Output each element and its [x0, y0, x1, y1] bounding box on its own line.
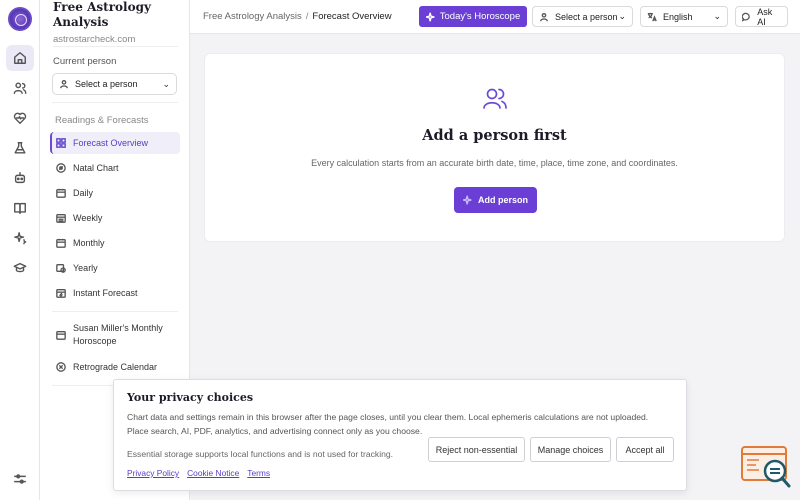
divider: [52, 102, 178, 103]
sparkles-icon: [462, 195, 472, 205]
language-select[interactable]: English ⌄: [640, 6, 728, 27]
breadcrumb: Free Astrology Analysis / Forecast Overvie…: [203, 11, 392, 22]
privacy-description: Chart data and settings remain in this b…: [127, 412, 649, 436]
robot-icon[interactable]: [6, 165, 34, 191]
user-icon: [59, 79, 69, 89]
chat-bubble-icon: [742, 12, 750, 22]
calendar-month-icon: [56, 238, 66, 248]
empty-state-heading: Add a person first: [422, 127, 567, 144]
sidebar-item-weekly[interactable]: Weekly: [50, 207, 180, 229]
topbar-person-select-value: Select a person: [555, 11, 618, 22]
sidebar-item-natal-chart[interactable]: Natal Chart: [50, 157, 180, 179]
calendar-week-icon: [56, 213, 66, 223]
add-person-label: Add person: [477, 195, 528, 205]
sidebar-item-susan-miller[interactable]: Susan Miller's Monthly Horoscope: [50, 319, 180, 351]
app-title: Free Astrology Analysis: [53, 0, 151, 29]
divider: [53, 46, 178, 47]
calendar-icon: [56, 330, 66, 340]
book-icon[interactable]: [6, 195, 34, 221]
current-person-label: Current person: [53, 56, 117, 67]
privacy-note: Essential storage supports local functio…: [127, 449, 394, 459]
add-person-button[interactable]: Add person: [454, 187, 537, 213]
todays-horoscope-label: Today's Horoscope: [439, 11, 521, 22]
calendar-clock-icon: [56, 263, 66, 273]
sparkles-icon[interactable]: [6, 225, 34, 251]
empty-state-card: Add a person first Every calculation sta…: [204, 53, 785, 242]
sidebar-item-label: Instant Forecast: [73, 288, 138, 298]
terms-link[interactable]: Terms: [247, 468, 270, 478]
retrograde-icon: [56, 362, 66, 372]
topbar-person-select[interactable]: Select a person ⌄: [532, 6, 633, 27]
privacy-dialog: Your privacy choices Chart data and sett…: [113, 379, 687, 491]
zodiac-logo-icon[interactable]: [8, 7, 32, 31]
sidebar-item-label: Natal Chart: [73, 163, 119, 173]
sidebar-item-label: Forecast Overview: [73, 138, 149, 148]
language-select-value: English: [663, 11, 693, 22]
reject-non-essential-button[interactable]: Reject non-essential: [428, 437, 525, 462]
sidebar-item-label: Weekly: [73, 213, 103, 223]
chevron-down-icon: ⌄: [618, 11, 626, 21]
manage-choices-button[interactable]: Manage choices: [530, 437, 611, 462]
sidebar-item-forecast-overview[interactable]: Forecast Overview: [50, 132, 180, 154]
sidebar-person-select-value: Select a person: [75, 79, 138, 89]
user-icon: [540, 12, 548, 21]
sidebar-item-retrograde-calendar[interactable]: Retrograde Calendar: [50, 356, 180, 378]
breadcrumb-root[interactable]: Free Astrology Analysis: [203, 11, 302, 22]
ask-ai-label: Ask AI: [757, 6, 773, 27]
settings-sliders-icon[interactable]: [6, 466, 34, 492]
sidebar-item-yearly[interactable]: Yearly: [50, 257, 180, 279]
divider: [52, 311, 178, 312]
sidebar-item-monthly[interactable]: Monthly: [50, 232, 180, 254]
empty-state-description: Every calculation starts from an accurat…: [311, 158, 678, 168]
ask-ai-button[interactable]: Ask AI: [735, 6, 788, 27]
home-icon[interactable]: [6, 45, 34, 71]
chart-wheel-icon: [56, 163, 66, 173]
sidebar-item-label: Yearly: [73, 263, 98, 273]
heart-pulse-icon[interactable]: [6, 105, 34, 131]
app-domain: astrostarcheck.com: [53, 34, 136, 45]
sidebar-item-label: Retrograde Calendar: [73, 362, 158, 372]
grid-icon: [56, 138, 66, 148]
todays-horoscope-button[interactable]: Today's Horoscope: [419, 6, 527, 27]
sidebar-item-label: Daily: [73, 188, 94, 198]
graduation-cap-icon[interactable]: [6, 255, 34, 281]
privacy-title: Your privacy choices: [127, 391, 254, 404]
icon-rail: [0, 0, 40, 500]
calendar-icon: [56, 188, 66, 198]
people-icon: [482, 86, 508, 110]
translate-icon: [647, 12, 657, 21]
sidebar-item-daily[interactable]: Daily: [50, 182, 180, 204]
sparkles-icon: [425, 12, 435, 21]
cookie-notice-link[interactable]: Cookie Notice: [187, 468, 239, 478]
people-icon[interactable]: [6, 75, 34, 101]
chevron-down-icon: ⌄: [162, 78, 170, 89]
flask-icon[interactable]: [6, 135, 34, 161]
privacy-links: Privacy Policy Cookie Notice Terms: [127, 468, 270, 478]
sidebar-item-label: Monthly: [73, 238, 105, 248]
accept-all-button[interactable]: Accept all: [616, 437, 674, 462]
chevron-down-icon: ⌄: [713, 11, 721, 21]
calendar-bolt-icon: [56, 288, 66, 298]
breadcrumb-separator: /: [305, 11, 309, 22]
top-bar: Free Astrology Analysis / Forecast Overvie…: [190, 0, 800, 34]
sidebar-item-label: Susan Miller's Monthly Horoscope: [73, 323, 163, 346]
privacy-policy-link[interactable]: Privacy Policy: [127, 468, 179, 478]
help-widget-icon[interactable]: [741, 446, 791, 488]
sidebar-item-instant-forecast[interactable]: Instant Forecast: [50, 282, 180, 304]
section-label: Readings & Forecasts: [55, 115, 149, 126]
sidebar-person-select[interactable]: Select a person ⌄: [52, 73, 177, 95]
breadcrumb-current: Forecast Overview: [312, 11, 392, 22]
